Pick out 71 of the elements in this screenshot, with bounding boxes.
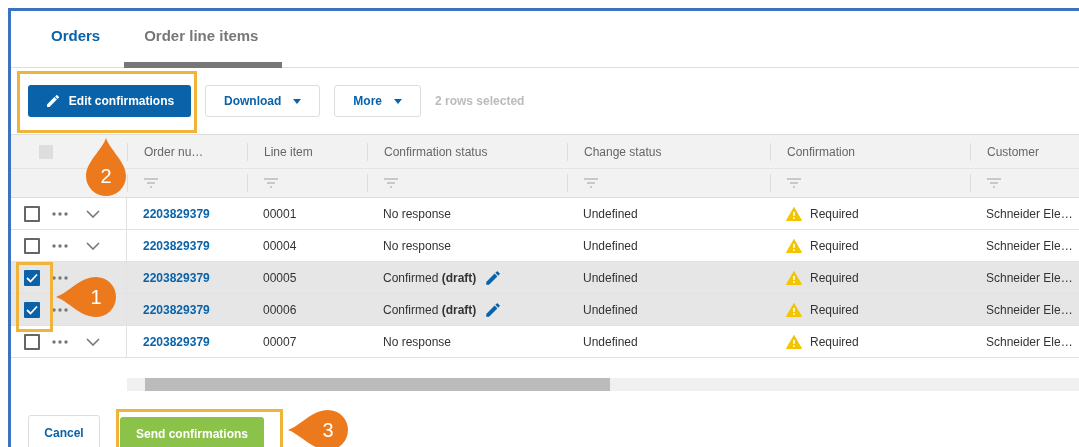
table-cell-text: Required <box>810 269 859 287</box>
tab[interactable]: Order line items <box>124 11 283 68</box>
row-checkbox[interactable] <box>24 333 40 350</box>
caret-icon <box>394 98 402 104</box>
table-cell-text: Schneider Ele… <box>986 333 1073 351</box>
chevron-down-icon[interactable] <box>86 209 100 218</box>
table-cell-text: Required <box>810 205 859 223</box>
pencil-icon <box>44 93 61 109</box>
table-cell-text: Confirmed (draft) <box>383 269 477 287</box>
order-number-link[interactable]: 2203829379 <box>143 300 210 319</box>
more-actions-icon[interactable] <box>52 275 68 280</box>
step-callout: 1 <box>56 275 116 319</box>
warning-icon <box>786 334 802 349</box>
table-cell-text: No response <box>383 205 452 223</box>
table-cell-text: 00007 <box>263 333 297 351</box>
column-header[interactable]: Confirmation status <box>367 142 567 161</box>
warning-icon <box>786 270 802 285</box>
chevron-down-icon[interactable] <box>86 241 100 250</box>
horizontal-scrollbar[interactable] <box>127 378 1079 391</box>
table-cell-text: Required <box>810 301 859 319</box>
order-number-link[interactable]: 2203829379 <box>143 332 210 351</box>
pencil-icon[interactable] <box>484 268 503 287</box>
column-header[interactable]: Line item <box>247 142 367 161</box>
table-cell-text: Confirmed (draft) <box>383 301 477 319</box>
table-cell-text: 00006 <box>263 301 297 319</box>
column-header[interactable]: Order nu… <box>127 142 247 161</box>
table-cell-text: Schneider Ele… <box>986 237 1073 255</box>
table-cell-text: Required <box>810 237 859 255</box>
chevron-down-icon[interactable] <box>86 337 100 346</box>
warning-icon <box>786 206 802 221</box>
cancel-button[interactable]: Cancel <box>28 415 100 447</box>
table-cell-text: Undefined <box>583 237 638 255</box>
column-header[interactable]: Change status <box>567 142 770 161</box>
row-checkbox[interactable] <box>24 205 40 222</box>
order-number-link[interactable]: 2203829379 <box>143 268 210 287</box>
table-cell-text: Undefined <box>583 301 638 319</box>
table-cell-text: Schneider Ele… <box>986 301 1073 319</box>
row-checkbox[interactable] <box>24 301 40 318</box>
table-cell-text: Undefined <box>583 205 638 223</box>
more-actions-icon[interactable] <box>52 307 68 312</box>
table-cell-text: Undefined <box>583 333 638 351</box>
tab[interactable]: Orders <box>31 11 125 68</box>
order-number-link[interactable]: 2203829379 <box>143 236 210 255</box>
table-cell-text: Undefined <box>583 269 638 287</box>
row-checkbox[interactable] <box>24 237 40 254</box>
highlight-frame <box>16 262 53 332</box>
table-cell-text: Schneider Ele… <box>986 205 1073 223</box>
step-callout: 2 <box>86 138 126 196</box>
order-number-link[interactable]: 2203829379 <box>143 204 210 223</box>
row-checkbox[interactable] <box>24 269 40 286</box>
caret-icon <box>293 98 302 104</box>
download-button[interactable]: Download <box>205 85 321 117</box>
more-button[interactable]: More <box>334 85 421 117</box>
pencil-icon[interactable] <box>484 300 503 319</box>
table-cell-text: 00004 <box>263 237 297 255</box>
more-actions-icon[interactable] <box>52 339 68 344</box>
step-callout: 3 <box>288 408 348 447</box>
table-cell-text: No response <box>383 333 452 351</box>
table-cell-text: Required <box>810 333 859 351</box>
edit-confirmations-button[interactable]: Edit confirmations <box>28 85 191 117</box>
warning-icon <box>786 238 802 253</box>
column-header[interactable]: Customer <box>970 142 1079 161</box>
table-cell-text: 00001 <box>263 205 297 223</box>
warning-icon <box>786 302 802 317</box>
table-cell-text: 00005 <box>263 269 297 287</box>
more-actions-icon[interactable] <box>52 211 68 216</box>
table-cell-text: No response <box>383 237 452 255</box>
column-header[interactable]: Confirmation <box>770 142 970 161</box>
selection-count: 2 rows selected <box>435 93 525 110</box>
more-actions-icon[interactable] <box>52 243 68 248</box>
table-cell-text: Schneider Ele… <box>986 269 1073 287</box>
